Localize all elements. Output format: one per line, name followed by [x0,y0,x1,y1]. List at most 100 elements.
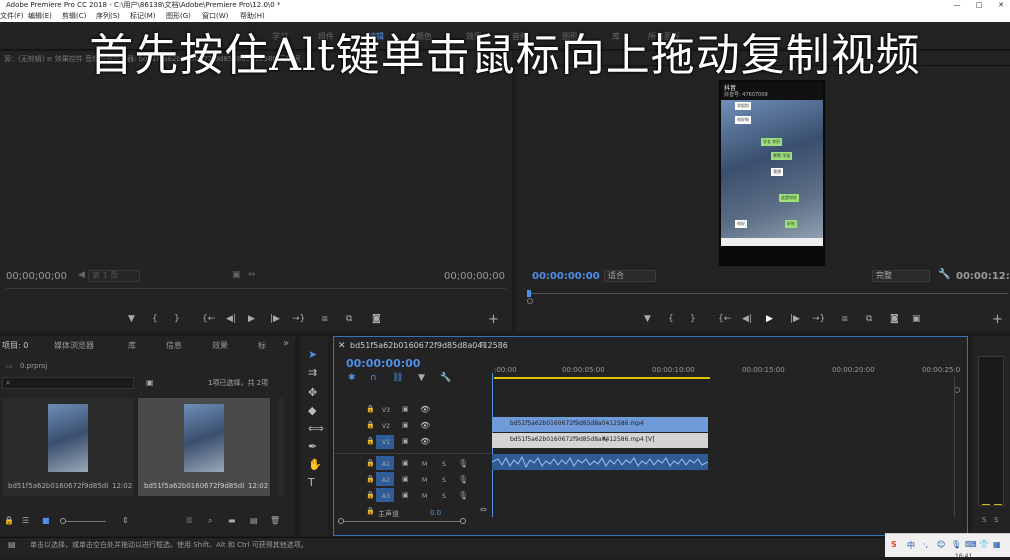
program-camera-icon[interactable]: ◙ [890,314,899,324]
tab-project[interactable]: 项目: 0 [2,340,28,351]
sequence-menu-icon[interactable]: ≡ [480,340,488,350]
a3-lock-icon[interactable]: 🔒 [366,491,375,499]
meter-solo-left[interactable]: S [982,516,986,524]
a3-solo[interactable]: S [442,493,446,500]
ripple-edit-tool-icon[interactable]: ✥ [308,386,317,399]
source-play-icon[interactable]: ▶ [248,314,255,324]
program-play-icon[interactable]: ▶ [766,314,773,324]
add-marker-icon[interactable]: ▼ [418,373,425,383]
project-search-input[interactable]: ⌕ [2,377,134,389]
panel-overflow-icon[interactable]: » [283,338,289,349]
a3-mic-icon[interactable]: 🎙 [458,491,468,500]
find-icon[interactable]: ⌕ [208,516,212,526]
linked-selection-icon[interactable]: ⛓ [392,373,403,383]
tab-more[interactable]: 标 [258,340,266,351]
source-camera-icon[interactable]: ◙ [372,314,381,324]
hand-tool-icon[interactable]: ✋ [308,458,322,471]
pen-tool-icon[interactable]: ✒ [308,440,317,453]
menu-help[interactable]: 帮助(H) [240,10,265,22]
work-area-bar[interactable] [494,377,710,379]
track-select-tool-icon[interactable]: ⇉ [308,366,317,379]
tab-effects[interactable]: 效果 [212,340,228,351]
a1-sync-icon[interactable]: ▣ [402,459,409,467]
tab-media-browser[interactable]: 媒体浏览器 [54,340,94,351]
keyboard-icon[interactable]: ⌨ [965,540,977,549]
a1-mic-icon[interactable]: 🎙 [458,459,468,468]
master-volume-value[interactable]: 0.0 [430,509,441,517]
a2-solo[interactable]: S [442,477,446,484]
list-view-icon[interactable]: ☰ [22,516,29,525]
menu-sequence[interactable]: 序列(S) [96,10,120,22]
project-scrollbar[interactable] [278,398,284,496]
new-bin-icon[interactable]: ▬ [228,516,236,525]
v2-eye-icon[interactable]: 👁 [420,421,430,430]
program-goto-in-icon[interactable]: {← [718,314,731,324]
nest-icon[interactable]: ✱ [348,373,356,383]
program-lift-icon[interactable]: ⧈ [842,314,848,324]
source-in-icon[interactable]: { [152,314,158,324]
hscroll-left-handle[interactable] [338,518,344,524]
clip-a1[interactable] [492,454,708,470]
skin-icon[interactable]: 👕 [979,540,989,549]
zoom-slider-handle[interactable] [60,518,66,524]
v3-lock-icon[interactable]: 🔒 [366,405,375,413]
clip-v1[interactable]: bd51f5a62b0160672f9d85d8a0412586.mp4 [V] [492,433,708,448]
menu-clip[interactable]: 剪辑(C) [62,10,86,22]
master-meter-icon[interactable]: ⇔ [480,505,487,514]
source-scrubber[interactable] [6,288,506,289]
automate-icon[interactable]: ▥ [186,516,193,524]
source-zoom-icon[interactable]: ⇔ [248,270,256,280]
program-scrubber[interactable] [528,293,1008,294]
source-timecode[interactable]: 00;00;00;00 [6,271,67,282]
source-out-icon[interactable]: } [174,314,180,324]
program-in-icon[interactable]: { [668,314,674,324]
program-step-forward-icon[interactable]: |▶ [790,314,800,324]
menu-window[interactable]: 窗口(W) [202,10,228,22]
v1-lock-icon[interactable]: 🔒 [366,437,375,445]
v2-sync-icon[interactable]: ▣ [402,421,409,429]
project-item-1[interactable]: bd51f5a62b0160672f9d85d8a... 12:02 [2,398,134,496]
v2-lock-icon[interactable]: 🔒 [366,421,375,429]
v1-sync-icon[interactable]: ▣ [402,437,409,445]
a2-sync-icon[interactable]: ▣ [402,475,409,483]
razor-tool-icon[interactable]: ◆ [308,404,316,417]
source-step-back-icon[interactable]: ◀| [226,314,236,324]
timeline-vscroll[interactable] [954,377,955,517]
source-goto-out-icon[interactable]: →} [292,314,305,324]
hscroll-right-handle[interactable] [460,518,466,524]
av-divider[interactable] [334,453,492,454]
source-insert-icon[interactable]: ⧈ [322,314,328,324]
a1-solo[interactable]: S [442,461,446,468]
snap-icon[interactable]: ∩ [370,373,377,383]
menu-edit[interactable]: 编辑(E) [28,10,52,22]
a2-mic-icon[interactable]: 🎙 [458,475,468,484]
new-item-icon[interactable]: ▤ [250,516,258,525]
a2-mute[interactable]: M [422,477,427,484]
source-goto-in-icon[interactable]: {← [202,314,215,324]
minimize-icon[interactable]: — [950,0,964,10]
a3-sync-icon[interactable]: ▣ [402,491,409,499]
timeline-timecode[interactable]: 00:00:00:00 [346,357,420,370]
page-prev-icon[interactable]: ◀ [78,270,85,280]
menu-marker[interactable]: 标记(M) [130,10,156,22]
source-marker-icon[interactable]: ▼ [128,314,135,324]
source-overwrite-icon[interactable]: ⧉ [346,314,352,324]
program-goto-out-icon[interactable]: →} [812,314,825,324]
ime-mode[interactable]: 中 [907,540,915,551]
close-icon[interactable]: ✕ [994,0,1008,10]
emoji-icon[interactable]: ☺ [937,540,945,549]
sogou-ime-icon[interactable]: S [891,540,897,549]
wrench-icon[interactable]: 🔧 [938,269,950,280]
thumbnail-zoom-slider[interactable] [62,521,106,522]
master-lock-icon[interactable]: 🔒 [366,507,375,515]
slip-tool-icon[interactable]: ⟺ [308,422,324,435]
tab-info[interactable]: 信息 [166,340,182,351]
program-quality-select[interactable]: 完整 [872,270,930,282]
source-settings-icon[interactable]: ▣ [232,270,241,280]
a1-lock-icon[interactable]: 🔒 [366,459,375,467]
trash-icon[interactable]: 🗑 [270,516,280,525]
voice-icon[interactable]: 🎙 [951,540,961,549]
program-extract-icon[interactable]: ⧉ [866,314,872,324]
a2-lock-icon[interactable]: 🔒 [366,475,375,483]
v1-eye-icon[interactable]: 👁 [420,437,430,446]
